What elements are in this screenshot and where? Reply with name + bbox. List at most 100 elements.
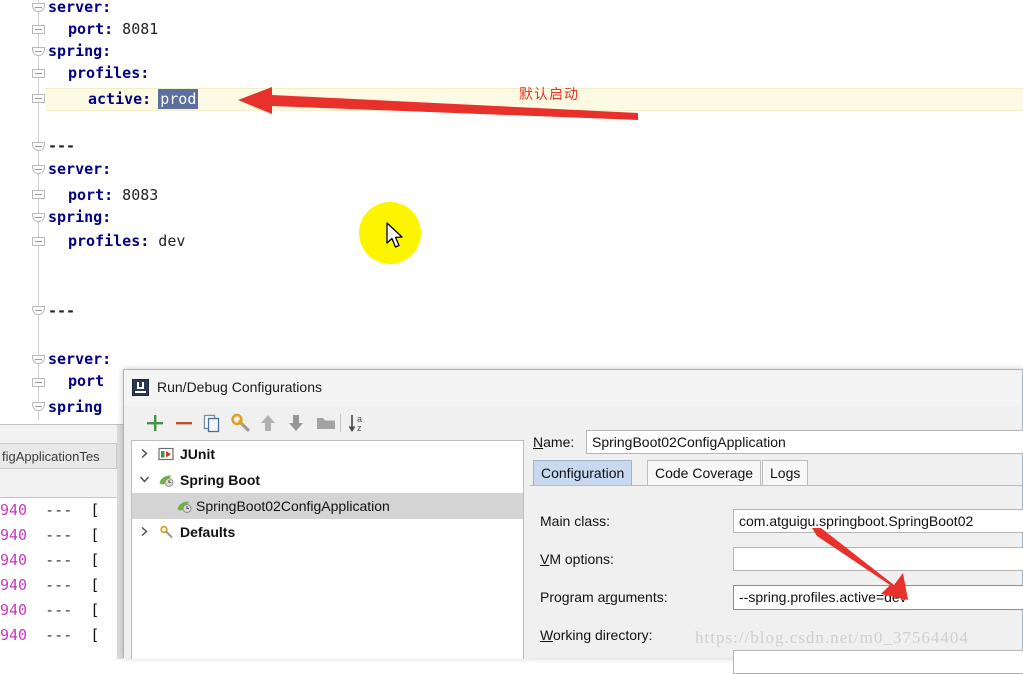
fold-marker-icon[interactable] [32,237,46,247]
move-up-button[interactable] [255,410,281,436]
wrench-gear-icon [160,525,173,539]
working-directory-label-mnemonic: W [540,627,553,643]
program-arguments-label-rest: guments: [610,589,668,605]
mouse-cursor-icon [386,222,403,248]
copy-icon [203,414,220,433]
yaml-line[interactable]: spring [48,396,102,418]
junit-icon [158,447,174,461]
fold-marker-icon[interactable] [32,94,46,104]
yaml-key: server: [48,0,112,16]
copy-configuration-button[interactable] [199,410,225,436]
chevron-down-icon[interactable] [140,475,149,484]
chevron-right-icon[interactable] [140,449,149,458]
vm-options-label-mnemonic: V [540,551,550,567]
yaml-line[interactable]: server: [48,348,111,370]
fold-marker-icon[interactable] [32,3,46,13]
watermark-text: https://blog.csdn.net/m0_37564404 [695,628,969,647]
yaml-line[interactable]: profiles: [68,62,149,84]
working-directory-input[interactable] [733,650,1023,674]
vm-options-label: VM options: [540,551,614,567]
fold-marker-icon[interactable] [32,306,46,316]
yaml-key: port: [68,20,114,38]
yaml-line[interactable]: spring: [48,40,111,62]
run-debug-configurations-dialog: Run/Debug Configurations a z JUnit Sprin… [123,369,1023,674]
dialog-titlebar[interactable]: Run/Debug Configurations [124,370,1022,406]
console-line: 940 --- [ [0,626,100,644]
tab-code-coverage[interactable]: Code Coverage [647,460,762,485]
run-tab-label[interactable]: figApplicationTes [0,443,117,469]
yaml-separator: --- [48,302,76,320]
fold-marker-icon[interactable] [32,165,46,175]
yaml-value: 8083 [113,186,159,204]
edit-templates-button[interactable] [227,410,253,436]
tab-logs[interactable]: Logs [762,460,809,485]
create-folder-button[interactable] [313,410,339,436]
yaml-key: server: [48,350,112,368]
fold-marker-icon[interactable] [32,378,46,388]
yaml-line[interactable]: server: [48,158,111,180]
fold-marker-icon[interactable] [32,190,46,200]
name-label-mnemonic: N [533,434,544,450]
spring-boot-icon [177,501,192,513]
tree-item-junit[interactable]: JUnit [132,441,523,467]
main-class-label-text: Main class: [540,513,611,529]
vm-options-label-rest: M options: [549,551,614,567]
arrow-down-icon [289,415,303,431]
yaml-document-separator[interactable]: --- [48,300,75,322]
move-down-button[interactable] [283,410,309,436]
fold-marker-icon[interactable] [32,47,46,57]
arrow-up-icon [261,415,275,431]
yaml-line[interactable]: port: 8081 [68,18,158,40]
svg-text:z: z [357,423,362,433]
yaml-value: dev [149,232,186,250]
yaml-line[interactable]: port [68,370,104,392]
yaml-key: port [68,372,105,390]
yaml-value: 8081 [113,20,159,38]
tree-item-defaults[interactable]: Defaults [132,519,523,545]
yaml-line-active-profile[interactable]: active: prod [88,88,199,110]
selected-yaml-value[interactable]: prod [158,89,199,109]
yaml-separator: --- [48,137,76,155]
yaml-key: profiles: [68,232,150,250]
fold-marker-icon[interactable] [32,402,46,412]
remove-configuration-button[interactable] [171,410,197,436]
configurations-toolbar: a z [131,410,516,438]
yaml-key: profiles: [68,64,150,82]
fold-marker-icon[interactable] [32,25,46,35]
name-field-label: Name: [533,434,574,450]
console-output[interactable]: 940 --- [ 940 --- [ 940 --- [ 940 --- [ … [0,497,117,660]
main-class-label: Main class: [540,513,610,529]
tree-item-spring-boot[interactable]: Spring Boot [132,467,523,493]
yaml-document-separator[interactable]: --- [48,135,75,157]
console-line: 940 --- [ [0,601,100,619]
intellij-idea-icon [132,379,149,396]
fold-marker-icon[interactable] [32,69,46,79]
chevron-right-icon[interactable] [140,527,149,536]
fold-marker-icon[interactable] [32,142,46,152]
yaml-line[interactable]: port: 8083 [68,184,158,206]
fold-marker-icon[interactable] [32,355,46,365]
toolbar-separator [340,414,341,432]
yaml-key: active: [88,90,152,108]
working-directory-label-rest: orking directory: [552,627,653,643]
tree-item-label: Spring Boot [180,472,261,488]
console-line: 940 --- [ [0,501,100,519]
yaml-key: spring: [48,208,112,226]
name-input[interactable]: SpringBoot02ConfigApplication [586,430,1023,454]
sort-configurations-button[interactable]: a z [345,410,371,436]
yaml-line[interactable]: profiles: dev [68,230,185,252]
add-configuration-button[interactable] [142,410,168,436]
yaml-line[interactable]: spring: [48,206,111,228]
tab-configuration[interactable]: Configuration [533,460,633,485]
configurations-tree[interactable]: JUnit Spring Boot SpringBoot02ConfigAppl… [131,440,524,659]
console-line: 940 --- [ [0,576,100,594]
yaml-key: port: [68,186,114,204]
tab-underline [530,485,1023,486]
annotation-default-startup-label: 默认启动 [519,87,579,103]
fold-marker-icon[interactable] [32,213,46,223]
tree-item-springboot02configapplication[interactable]: SpringBoot02ConfigApplication [132,493,523,519]
configuration-detail-panel: Name: SpringBoot02ConfigApplication Conf… [530,410,1023,674]
yaml-line[interactable]: server: [48,0,111,18]
console-line: 940 --- [ [0,526,100,544]
dialog-title: Run/Debug Configurations [157,379,322,395]
